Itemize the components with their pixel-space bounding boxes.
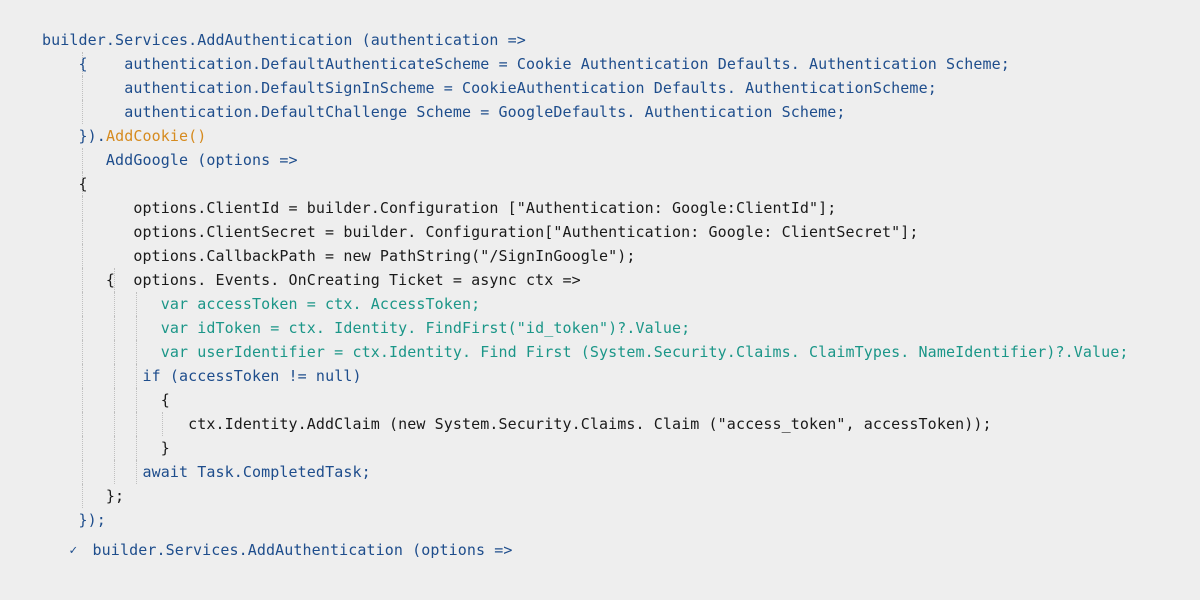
code-line: var accessToken = ctx. AccessToken; [42,295,480,313]
check-icon: ✓ [69,539,83,563]
code-line: { [42,175,88,193]
code-line: }; [42,487,124,505]
code-line: builder.Services.AddAuthentication (auth… [42,31,526,49]
code-line: { authentication.DefaultAuthenticateSche… [42,55,1010,73]
code-line: AddGoogle (options => [42,151,298,169]
code-line: authentication.DefaultSignInScheme = Coo… [42,79,937,97]
code-line: if (accessToken != null) [42,367,362,385]
code-line: }); [42,511,106,529]
code-line: authentication.DefaultChallenge Scheme =… [42,103,846,121]
code-line: var idToken = ctx. Identity. FindFirst("… [42,319,690,337]
code-line: }).AddCookie() [42,127,206,145]
code-line: options.CallbackPath = new PathString("/… [42,247,636,265]
code-line: options.ClientId = builder.Configuration… [42,199,836,217]
code-line: options.ClientSecret = builder. Configur… [42,223,919,241]
code-block: builder.Services.AddAuthentication (auth… [42,28,1200,562]
code-line: await Task.CompletedTask; [42,463,371,481]
code-line: ctx.Identity.AddClaim (new System.Securi… [42,415,992,433]
code-line: { [42,391,170,409]
code-line: var userIdentifier = ctx.Identity. Find … [42,343,1129,361]
code-line: } [42,439,170,457]
suggestion-line[interactable]: ✓ builder.Services.AddAuthentication (op… [42,541,513,559]
code-line: { options. Events. OnCreating Ticket = a… [42,271,581,289]
